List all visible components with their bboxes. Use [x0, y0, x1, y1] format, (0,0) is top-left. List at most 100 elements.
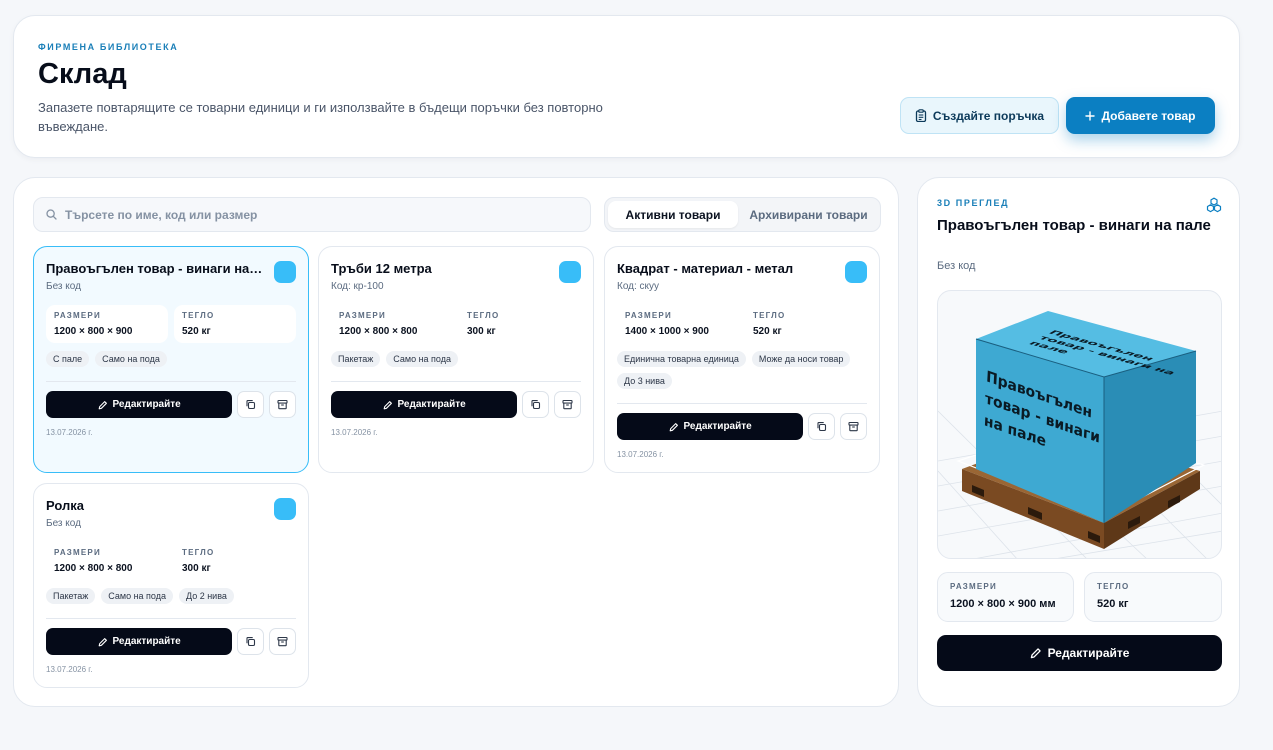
preview-dimensions-value: 1200 × 800 × 900 мм: [950, 598, 1056, 610]
item-meta: РАЗМЕРИ 1400 × 1000 × 900 ТЕГЛО 520 кг: [617, 305, 867, 343]
archive-icon: [277, 636, 288, 647]
item-date: 13.07.2026 г.: [46, 665, 93, 674]
preview-code: Без код: [937, 260, 976, 272]
dimensions-box: РАЗМЕРИ 1200 × 800 × 900: [46, 305, 168, 343]
archive-button[interactable]: [269, 628, 296, 655]
add-item-button[interactable]: Добавете товар: [1066, 97, 1215, 134]
add-item-label: Добавете товар: [1101, 108, 1196, 123]
archive-icon: [562, 399, 573, 410]
card-divider: [617, 403, 867, 404]
card-actions: Редактирайте: [331, 391, 581, 418]
pencil-icon: [98, 637, 107, 646]
tab-active-items[interactable]: Активни товари: [608, 201, 738, 228]
dimensions-value: 1200 × 800 × 800: [54, 563, 133, 574]
3d-scene[interactable]: Правоъгълен товар - винаги на пале Право…: [937, 290, 1222, 559]
edit-label: Редактирайте: [112, 636, 181, 647]
item-tag: С пале: [46, 351, 90, 367]
preview-weight-value: 520 кг: [1097, 598, 1129, 610]
item-tag: Може да носи товар: [751, 351, 851, 367]
item-tags: Пакетаж Само на пода До 2 нива: [46, 588, 296, 604]
3d-box-illustration: Правоъгълен товар - винаги на пале Право…: [938, 311, 1221, 558]
dimensions-box: РАЗМЕРИ 1200 × 800 × 800: [331, 305, 453, 343]
item-tags: С пале Само на пода: [46, 351, 296, 367]
edit-label: Редактирайте: [397, 399, 466, 410]
dimensions-label: РАЗМЕРИ: [54, 311, 101, 320]
item-card[interactable]: Правоъгълен товар - винаги на пале Без к…: [33, 246, 309, 473]
item-color-swatch: [274, 498, 296, 520]
weight-value: 300 кг: [467, 326, 496, 337]
search-icon: [46, 209, 57, 220]
edit-button[interactable]: Редактирайте: [617, 413, 804, 440]
preview-dimensions-label: РАЗМЕРИ: [950, 582, 997, 591]
item-meta: РАЗМЕРИ 1200 × 800 × 900 ТЕГЛО 520 кг: [46, 305, 296, 343]
weight-label: ТЕГЛО: [182, 548, 215, 557]
dimensions-box: РАЗМЕРИ 1400 × 1000 × 900: [617, 305, 739, 343]
item-tag: Само на пода: [95, 351, 167, 367]
item-code: Код: скуу: [617, 281, 660, 292]
preview-dimensions-box: РАЗМЕРИ 1200 × 800 × 900 мм: [937, 572, 1074, 622]
item-meta: РАЗМЕРИ 1200 × 800 × 800 ТЕГЛО 300 кг: [331, 305, 581, 343]
page-description: Запазете повтарящите се товарни единици …: [38, 100, 603, 134]
item-tag: Само на пода: [101, 588, 173, 604]
item-date: 13.07.2026 г.: [46, 428, 93, 437]
item-card[interactable]: Квадрат - материал - метал Код: скуу РАЗ…: [604, 246, 880, 473]
archive-button[interactable]: [840, 413, 867, 440]
weight-label: ТЕГЛО: [182, 311, 215, 320]
weight-box: ТЕГЛО 300 кг: [174, 542, 296, 580]
pencil-icon: [383, 400, 392, 409]
card-actions: Редактирайте: [46, 391, 296, 418]
archive-icon: [848, 421, 859, 432]
duplicate-button[interactable]: [237, 628, 265, 655]
duplicate-button[interactable]: [808, 413, 836, 440]
preview-panel: 3D ПРЕГЛЕД Правоъгълен товар - винаги на…: [917, 177, 1240, 707]
card-actions: Редактирайте: [617, 413, 867, 440]
search-input[interactable]: [65, 207, 565, 222]
dimensions-box: РАЗМЕРИ 1200 × 800 × 800: [46, 542, 168, 580]
tab-archived-items[interactable]: Архивирани товари: [740, 201, 877, 228]
item-tag: До 3 нива: [617, 373, 672, 389]
edit-label: Редактирайте: [112, 399, 181, 410]
pencil-icon: [669, 422, 678, 431]
preview-eyebrow: 3D ПРЕГЛЕД: [937, 198, 1010, 208]
weight-label: ТЕГЛО: [753, 311, 786, 320]
dimensions-label: РАЗМЕРИ: [339, 311, 386, 320]
weight-value: 520 кг: [182, 326, 211, 337]
cubes-icon: [1206, 197, 1222, 213]
preview-weight-box: ТЕГЛО 520 кг: [1084, 572, 1222, 622]
duplicate-button[interactable]: [237, 391, 265, 418]
item-title: Правоъгълен товар - винаги на пале: [46, 261, 264, 276]
copy-icon: [531, 400, 541, 410]
items-panel: Активни товари Архивирани товари Правоъг…: [13, 177, 899, 707]
item-date: 13.07.2026 г.: [331, 428, 378, 437]
header-eyebrow: ФИРМЕНА БИБЛИОТЕКА: [38, 42, 179, 52]
edit-button[interactable]: Редактирайте: [331, 391, 518, 418]
item-tag: До 2 нива: [179, 588, 234, 604]
item-tags: Пакетаж Само на пода: [331, 351, 581, 367]
card-divider: [331, 381, 581, 382]
pencil-icon: [1030, 648, 1041, 659]
create-order-button[interactable]: Създайте поръчка: [900, 97, 1059, 134]
preview-edit-button[interactable]: Редактирайте: [937, 635, 1222, 671]
item-card[interactable]: Тръби 12 метра Код: кр-100 РАЗМЕРИ 1200 …: [318, 246, 594, 473]
dimensions-label: РАЗМЕРИ: [625, 311, 672, 320]
preview-edit-label: Редактирайте: [1047, 646, 1130, 660]
item-tag: Единична товарна единица: [617, 351, 746, 367]
pencil-icon: [98, 400, 107, 409]
weight-box: ТЕГЛО 520 кг: [174, 305, 296, 343]
copy-icon: [246, 400, 256, 410]
archive-button[interactable]: [554, 391, 581, 418]
header-card: ФИРМЕНА БИБЛИОТЕКА Склад Запазете повтар…: [13, 15, 1240, 158]
edit-button[interactable]: Редактирайте: [46, 628, 233, 655]
duplicate-button[interactable]: [522, 391, 550, 418]
item-card[interactable]: Ролка Без код РАЗМЕРИ 1200 × 800 × 800 Т…: [33, 483, 309, 688]
plus-icon: [1085, 110, 1096, 121]
dimensions-label: РАЗМЕРИ: [54, 548, 101, 557]
weight-label: ТЕГЛО: [467, 311, 500, 320]
search-bar[interactable]: [33, 197, 591, 232]
edit-button[interactable]: Редактирайте: [46, 391, 233, 418]
archive-button[interactable]: [269, 391, 296, 418]
clipboard-icon: [915, 109, 927, 122]
preview-title: Правоъгълен товар - винаги на пале: [937, 217, 1211, 234]
dimensions-value: 1200 × 800 × 800: [339, 326, 418, 337]
card-actions: Редактирайте: [46, 628, 296, 655]
